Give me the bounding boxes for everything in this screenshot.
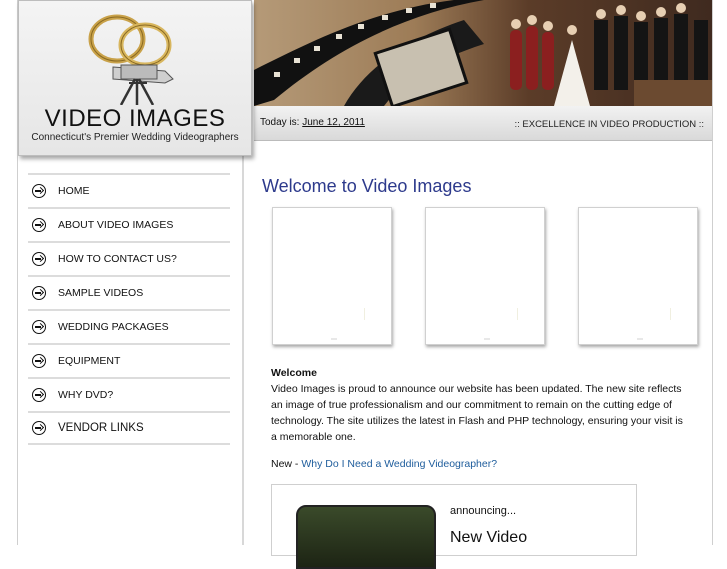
- nav-label: WEDDING PACKAGES: [58, 321, 169, 333]
- logo-subtitle: Connecticut's Premier Wedding Videograph…: [31, 132, 239, 143]
- camera-rings-logo-icon: [88, 14, 174, 105]
- arrow-right-circle-icon: [32, 252, 46, 266]
- today-date: Today is: June 12, 2011: [260, 117, 365, 128]
- today-date-value: June 12, 2011: [302, 117, 365, 128]
- nav-item-vendor-links[interactable]: VENDOR LINKS: [28, 411, 230, 445]
- gallery-thumbnail[interactable]: [425, 207, 545, 345]
- header-banner-image: [254, 0, 712, 106]
- arrow-right-circle-icon: [32, 388, 46, 402]
- arrow-right-circle-icon: [32, 218, 46, 232]
- nav-item-sample-videos[interactable]: SAMPLE VIDEOS: [28, 275, 230, 309]
- nav-label: WHY DVD?: [58, 389, 114, 401]
- thumb-dot: [331, 338, 337, 340]
- thumb-mark: [670, 308, 671, 320]
- arrow-right-circle-icon: [32, 320, 46, 334]
- page-container: VIDEO IMAGES Connecticut's Premier Weddi…: [17, 0, 713, 569]
- nav-label: SAMPLE VIDEOS: [58, 287, 144, 299]
- promo-title: New Video: [450, 529, 528, 546]
- new-article-line: New - Why Do I Need a Wedding Videograph…: [271, 458, 497, 470]
- logo-panel[interactable]: VIDEO IMAGES Connecticut's Premier Weddi…: [18, 0, 252, 156]
- logo-title: VIDEO IMAGES: [44, 105, 226, 132]
- thumb-mark: [364, 308, 365, 320]
- welcome-section: Welcome Video Images is proud to announc…: [271, 365, 691, 445]
- nav-item-about[interactable]: ABOUT VIDEO IMAGES: [28, 207, 230, 241]
- welcome-title: Welcome: [271, 367, 317, 379]
- arrow-right-circle-icon: [32, 286, 46, 300]
- date-tagline-bar: Today is: June 12, 2011 :: EXCELLENCE IN…: [254, 106, 712, 141]
- gallery-thumbnail[interactable]: [272, 207, 392, 345]
- arrow-right-circle-icon: [32, 184, 46, 198]
- nav-item-home[interactable]: HOME: [28, 173, 230, 207]
- new-prefix: New -: [271, 458, 302, 470]
- tagline: :: EXCELLENCE IN VIDEO PRODUCTION ::: [514, 119, 704, 130]
- nav-label: HOW TO CONTACT US?: [58, 253, 177, 265]
- video-promo-image: [296, 505, 436, 569]
- gallery-thumbnail[interactable]: [578, 207, 698, 345]
- today-label: Today is:: [260, 117, 300, 128]
- nav-label: VENDOR LINKS: [58, 422, 144, 434]
- nav-item-wedding-packages[interactable]: WEDDING PACKAGES: [28, 309, 230, 343]
- nav-label: ABOUT VIDEO IMAGES: [58, 219, 174, 231]
- page-heading: Welcome to Video Images: [262, 176, 472, 196]
- promo-announcing: announcing...: [450, 505, 517, 517]
- thumb-dot: [637, 338, 643, 340]
- window-left-margin: [0, 0, 17, 545]
- film-strip-wedding-photo: [254, 0, 712, 106]
- nav-item-why-dvd[interactable]: WHY DVD?: [28, 377, 230, 411]
- videographer-article-link[interactable]: Why Do I Need a Wedding Videographer?: [301, 458, 497, 470]
- nav-label: HOME: [58, 185, 90, 197]
- announcement-box[interactable]: announcing... New Video: [271, 484, 637, 569]
- arrow-right-circle-icon: [32, 421, 46, 435]
- arrow-right-circle-icon: [32, 354, 46, 368]
- thumb-mark: [517, 308, 518, 320]
- welcome-body: Video Images is proud to announce our we…: [271, 383, 683, 443]
- nav-item-equipment[interactable]: EQUIPMENT: [28, 343, 230, 377]
- nav-label: EQUIPMENT: [58, 355, 121, 367]
- nav-item-contact[interactable]: HOW TO CONTACT US?: [28, 241, 230, 275]
- column-divider: [242, 154, 244, 545]
- sidebar-nav: HOME ABOUT VIDEO IMAGES HOW TO CONTACT U…: [28, 173, 230, 445]
- thumb-dot: [484, 338, 490, 340]
